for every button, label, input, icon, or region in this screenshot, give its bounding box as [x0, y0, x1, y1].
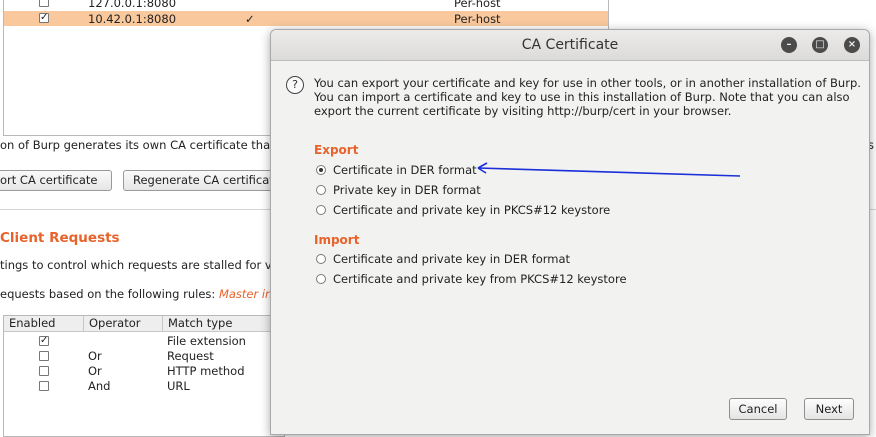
- regenerate-ca-certificate-button[interactable]: Regenerate CA certificat: [123, 170, 283, 191]
- next-button[interactable]: Next: [804, 398, 854, 420]
- radio-private-key-der-label[interactable]: Private key in DER format: [333, 183, 481, 197]
- minimize-icon[interactable]: –: [781, 37, 797, 53]
- rule-operator: Or: [88, 349, 102, 363]
- dialog-description: You can export your certificate and key …: [314, 76, 861, 118]
- radio-private-key-der[interactable]: [316, 185, 326, 195]
- rule-match-type: File extension: [167, 334, 246, 348]
- radio-cert-key-pkcs12-label[interactable]: Certificate and private key in PKCS#12 k…: [333, 203, 610, 217]
- maximize-icon[interactable]: □: [812, 37, 828, 53]
- listener-running-checkbox[interactable]: ✓: [39, 13, 49, 23]
- rule-enabled-checkbox[interactable]: [39, 381, 49, 391]
- listener-certificate: Per-host: [454, 0, 501, 10]
- close-icon[interactable]: ×: [844, 37, 860, 53]
- rule-operator: Or: [88, 364, 102, 378]
- rule-enabled-checkbox[interactable]: [39, 366, 49, 376]
- rule-enabled-checkbox[interactable]: ✓: [39, 336, 49, 346]
- intercept-rules-description: equests based on the following rules: Ma…: [0, 287, 272, 301]
- radio-cert-der[interactable]: [316, 165, 326, 175]
- column-header-enabled[interactable]: Enabled: [4, 316, 84, 332]
- column-header-operator[interactable]: Operator: [84, 316, 163, 332]
- cancel-button[interactable]: Cancel: [729, 398, 787, 420]
- rule-operator: And: [88, 379, 111, 393]
- invisible-check-mark: ✓: [245, 12, 255, 26]
- listener-certificate: Per-host: [454, 12, 501, 26]
- radio-import-cert-key-der[interactable]: [316, 254, 326, 264]
- table-row[interactable]: 127.0.0.1:8080 Per-host: [4, 0, 608, 10]
- radio-cert-der-label[interactable]: Certificate in DER format: [333, 163, 477, 177]
- radio-import-cert-key-der-label[interactable]: Certificate and private key in DER forma…: [333, 252, 570, 266]
- dialog-titlebar[interactable]: CA Certificate – □ ×: [271, 30, 869, 61]
- import-section-label: Import: [314, 233, 360, 247]
- table-row-selected[interactable]: ✓ 10.42.0.1:8080 ✓ Per-host: [4, 11, 608, 26]
- listener-address: 127.0.0.1:8080: [88, 0, 177, 10]
- master-interception-link[interactable]: Master in: [219, 287, 272, 301]
- rule-match-type: URL: [167, 379, 190, 393]
- rule-match-type: Request: [167, 349, 214, 363]
- export-ca-certificate-button[interactable]: ort CA certificate: [0, 170, 112, 191]
- intercept-rules-table: Enabled Operator Match type ✓ File exten…: [3, 315, 285, 437]
- rules-description-text: equests based on the following rules:: [0, 287, 216, 301]
- export-section-label: Export: [314, 143, 359, 157]
- listener-running-checkbox[interactable]: [39, 0, 49, 7]
- rule-match-type: HTTP method: [167, 364, 245, 378]
- intercept-description: tings to control which requests are stal…: [0, 258, 275, 272]
- radio-import-pkcs12-label[interactable]: Certificate and private key from PKCS#12…: [333, 272, 627, 286]
- rule-enabled-checkbox[interactable]: [39, 351, 49, 361]
- radio-import-pkcs12[interactable]: [316, 274, 326, 284]
- ca-description-text: on of Burp generates its own CA certific…: [0, 138, 275, 152]
- dialog-title: CA Certificate: [521, 37, 619, 53]
- ca-certificate-dialog: CA Certificate – □ × ? You can export yo…: [270, 29, 870, 435]
- client-requests-title: Client Requests: [0, 230, 120, 246]
- column-header-match-type[interactable]: Match type: [163, 316, 284, 332]
- radio-cert-key-pkcs12[interactable]: [316, 205, 326, 215]
- listener-address: 10.42.0.1:8080: [88, 12, 177, 26]
- help-icon: ?: [286, 76, 304, 94]
